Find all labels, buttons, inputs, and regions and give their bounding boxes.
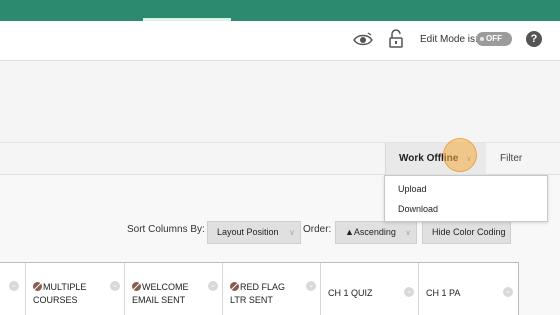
column-header[interactable]: WELCOME EMAIL SENT ⌄ — [124, 263, 222, 315]
edit-mode-label: Edit Mode is: — [420, 34, 478, 45]
page-header-area — [0, 62, 560, 142]
column-header[interactable]: CH 1 PA ⌄ — [418, 263, 518, 315]
help-icon[interactable]: ? — [526, 31, 542, 47]
hidden-from-students-icon — [230, 282, 239, 291]
hide-color-coding-button[interactable]: Hide Color Coding — [422, 221, 511, 244]
chevron-down-icon: ∨ — [289, 228, 295, 237]
layout-position-select[interactable]: Layout Position ∨ — [207, 221, 301, 244]
hidden-from-students-icon — [33, 282, 42, 291]
order-value: ▲Ascending — [345, 227, 396, 237]
column-header[interactable]: MULTIPLE COURSES ⌄ — [25, 263, 124, 315]
column-menu-icon[interactable]: ⌄ — [503, 287, 513, 297]
column-title-line1: WELCOME — [142, 282, 189, 292]
order-label: Order: — [303, 224, 332, 235]
grid-right-edge — [518, 262, 560, 315]
column-title-line1: RED FLAG — [240, 282, 286, 292]
column-title: CH 1 QUIZ — [328, 288, 373, 298]
student-preview-icon[interactable] — [352, 31, 374, 49]
work-offline-menu: Upload Download — [384, 175, 548, 222]
column-header[interactable]: RED FLAG LTR SENT ⌄ — [222, 263, 320, 315]
column-menu-icon[interactable]: ⌄ — [404, 287, 414, 297]
order-select[interactable]: ▲Ascending ∨ — [335, 221, 417, 244]
filter-button[interactable]: Filter — [500, 143, 522, 176]
menu-item-download[interactable]: Download — [398, 204, 438, 214]
grade-center-grid: ⌄ MULTIPLE COURSES ⌄ WELCOME EMAIL SENT … — [0, 262, 518, 315]
edit-mode-toggle[interactable]: OFF — [476, 32, 512, 46]
hide-color-coding-label: Hide Color Coding — [432, 227, 506, 237]
unlock-icon[interactable] — [387, 29, 405, 49]
click-highlight — [443, 138, 477, 172]
column-menu-icon[interactable]: ⌄ — [110, 281, 120, 291]
column-header[interactable]: CH 1 QUIZ ⌄ — [320, 263, 418, 315]
column-title: CH 1 PA — [426, 288, 461, 298]
menu-item-upload[interactable]: Upload — [398, 184, 427, 194]
course-toolbar: Edit Mode is: OFF ? — [0, 21, 560, 61]
column-menu-icon[interactable]: ⌄ — [306, 281, 316, 291]
column-title-line2: LTR SENT — [230, 295, 273, 305]
sort-columns-label: Sort Columns By: — [127, 224, 205, 235]
top-header-bar — [0, 0, 560, 21]
column-title-line2: COURSES — [33, 295, 78, 305]
chevron-down-icon: ∨ — [405, 228, 411, 237]
column-header[interactable]: ⌄ — [0, 263, 25, 315]
column-menu-icon[interactable]: ⌄ — [9, 281, 19, 291]
layout-position-label: Layout Position — [217, 227, 279, 237]
column-title-line2: EMAIL SENT — [132, 295, 186, 305]
hidden-from-students-icon — [132, 282, 141, 291]
column-title-line1: MULTIPLE — [43, 282, 87, 292]
column-menu-icon[interactable]: ⌄ — [208, 281, 218, 291]
